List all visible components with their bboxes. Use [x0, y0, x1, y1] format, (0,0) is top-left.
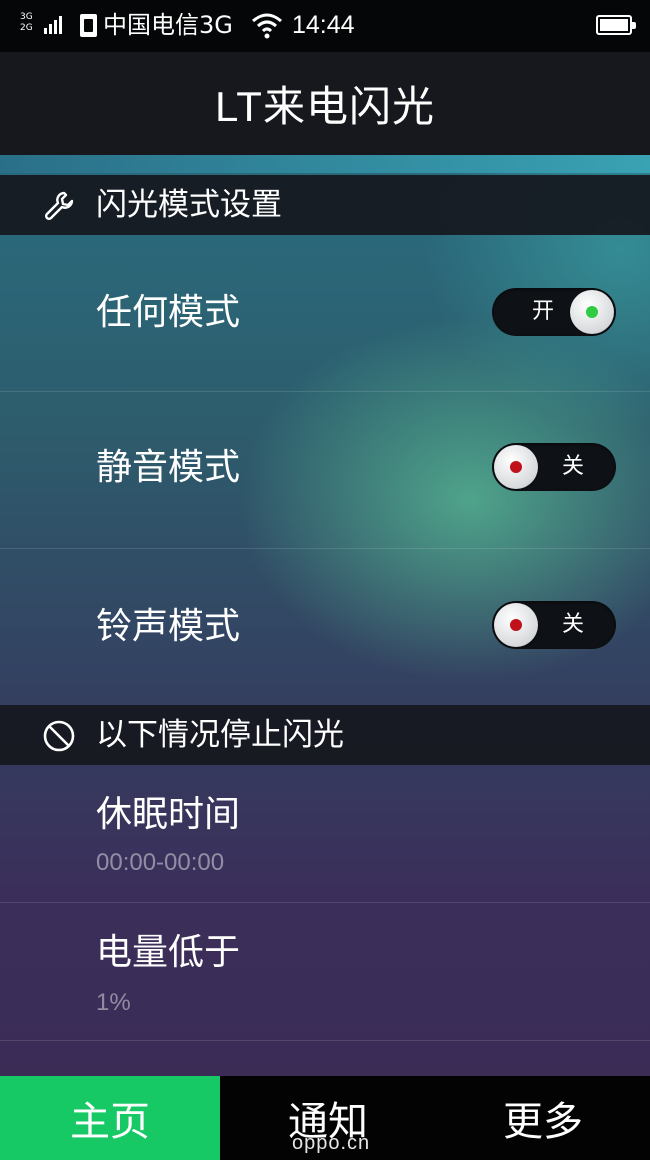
status-dot-icon — [586, 306, 598, 318]
status-bar: 3G 2G 中国电信3G 14:44 — [0, 0, 650, 52]
row-label: 静音模式 — [96, 447, 241, 488]
section-title: 以下情况停止闪光 — [96, 717, 344, 753]
status-dot-icon — [510, 461, 522, 473]
network-bottom-label: 2G — [20, 23, 33, 33]
app-screen: 3G 2G 中国电信3G 14:44 LT来电闪光 闪光模式设置 任何模式 开 … — [0, 0, 650, 1160]
low-battery-row[interactable]: 电量低于 1% — [0, 903, 650, 1041]
toggle-switch-any-mode[interactable]: 开 — [492, 288, 616, 336]
toggle-state-label: 关 — [562, 454, 585, 479]
section-header-flash-mode: 闪光模式设置 — [0, 175, 650, 235]
network-top-label: 3G — [20, 12, 33, 22]
no-entry-icon — [43, 720, 75, 752]
tab-label: 更多 — [503, 1099, 583, 1145]
flash-mode-row-ringtone: 铃声模式 关 — [0, 549, 650, 705]
battery-icon — [596, 15, 636, 35]
section-header-stop-flash: 以下情况停止闪光 — [0, 705, 650, 765]
wrench-icon — [44, 191, 74, 221]
row-label: 铃声模式 — [96, 606, 241, 647]
row-label: 电量低于 — [96, 932, 241, 973]
row-label: 休眠时间 — [96, 794, 241, 835]
tab-label: 主页 — [70, 1099, 150, 1145]
title-bar: LT来电闪光 — [0, 52, 650, 155]
page-title: LT来电闪光 — [215, 83, 435, 130]
toggle-state-label: 开 — [532, 299, 555, 324]
section-title: 闪光模式设置 — [96, 187, 282, 223]
flash-mode-row-silent: 静音模式 关 — [0, 392, 650, 549]
carrier-label: 中国电信3G — [103, 11, 233, 39]
clock-time: 14:44 — [292, 11, 355, 39]
status-dot-icon — [510, 619, 522, 631]
signal-icon: 3G 2G — [20, 12, 72, 40]
row-label: 任何模式 — [96, 292, 241, 333]
sleep-time-row[interactable]: 休眠时间 00:00-00:00 — [0, 765, 650, 903]
toggle-knob — [494, 603, 538, 647]
signal-bars-icon — [44, 16, 62, 34]
toggle-switch-ringtone-mode[interactable]: 关 — [492, 601, 616, 649]
row-value: 1% — [96, 989, 131, 1016]
flash-mode-row-any: 任何模式 开 — [0, 235, 650, 392]
network-type-label: 3G 2G — [20, 12, 33, 34]
toggle-knob — [494, 445, 538, 489]
header-accent-strip — [0, 155, 650, 173]
sim-card-icon — [80, 14, 97, 37]
toggle-knob — [570, 290, 614, 334]
tab-more[interactable]: 更多 — [436, 1076, 650, 1160]
tab-home[interactable]: 主页 — [0, 1076, 220, 1160]
row-value: 00:00-00:00 — [96, 849, 225, 876]
wifi-icon — [252, 13, 282, 39]
watermark: oppo.cn — [292, 1132, 371, 1154]
toggle-state-label: 关 — [562, 612, 585, 637]
toggle-switch-silent-mode[interactable]: 关 — [492, 443, 616, 491]
